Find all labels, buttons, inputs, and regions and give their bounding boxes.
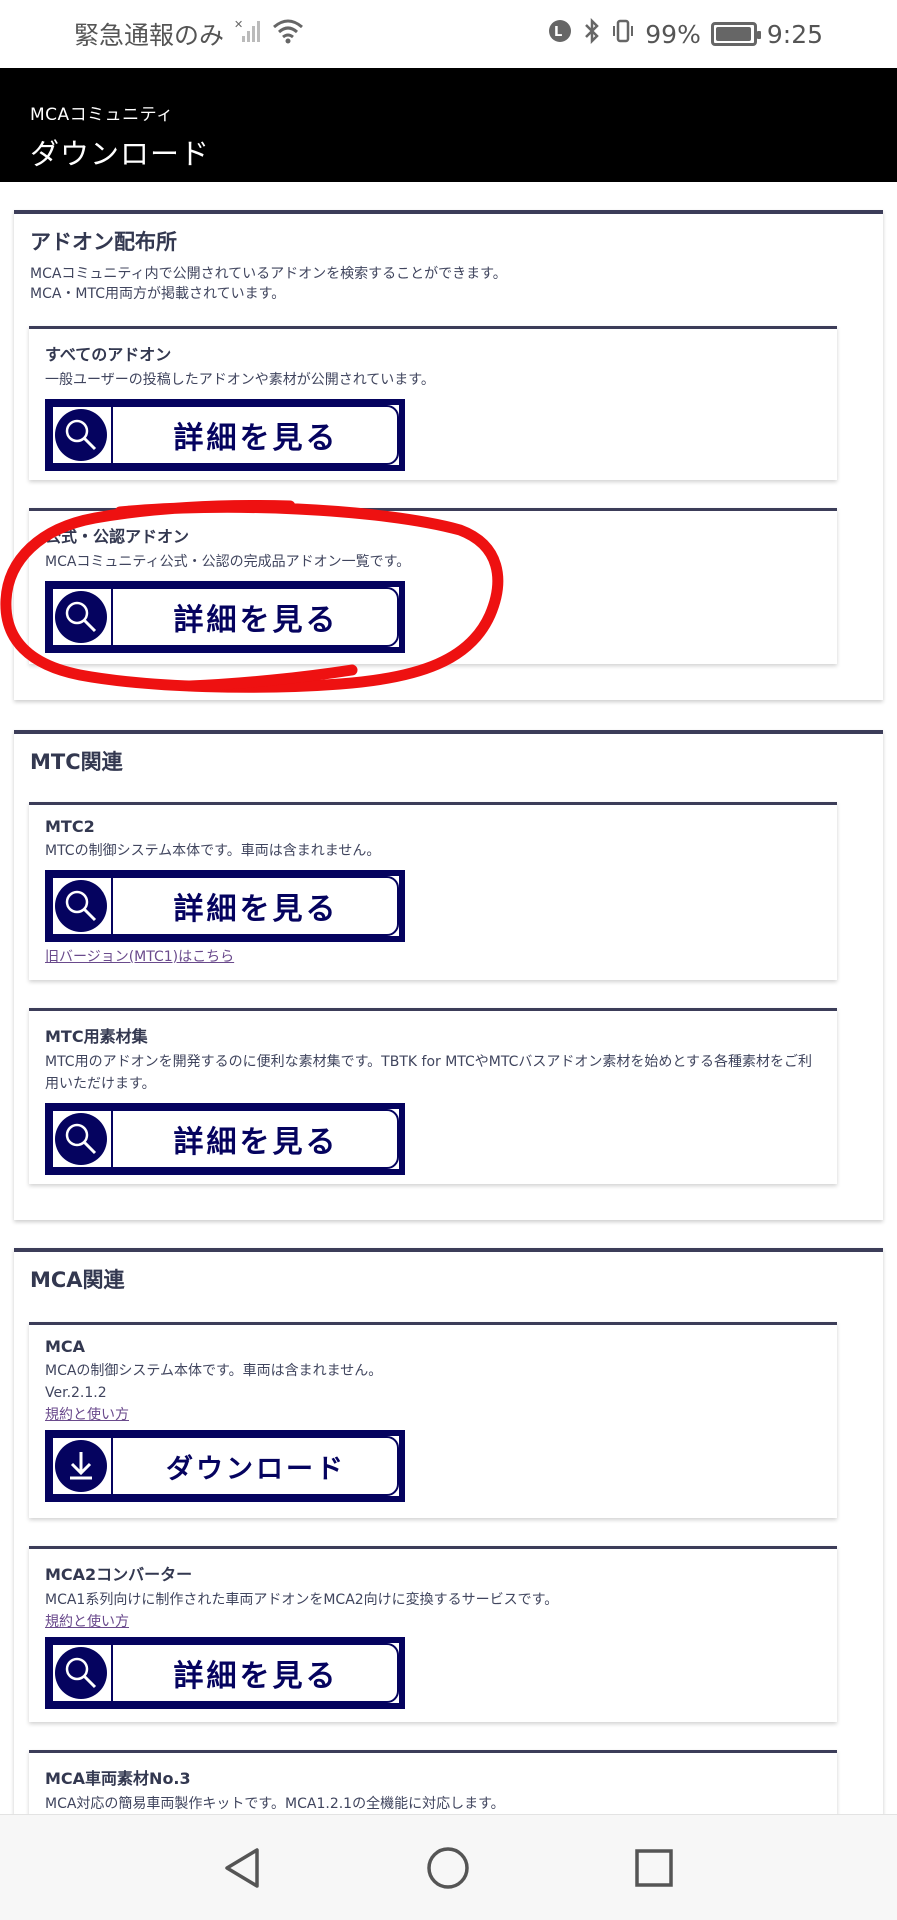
download-arrow-icon: [51, 1436, 113, 1496]
card-official-addons: 公式・公認アドオン MCAコミュニティ公式・公認の完成品アドオン一覧です。 詳細…: [29, 508, 837, 664]
magnifier-icon: [51, 876, 113, 936]
carrier-text: 緊急通報のみ: [74, 21, 225, 50]
button-label: 詳細を見る: [173, 1125, 339, 1160]
card-title: MCA: [45, 1337, 86, 1356]
page-content[interactable]: アドオン配布所 MCAコミュニティ内で公開されているアドオンを検索することができ…: [0, 182, 897, 1814]
card-description: MCAコミュニティ公式・公認の完成品アドオン一覧です。: [45, 554, 411, 570]
app-name: MCAコミュニティ: [30, 105, 174, 125]
card-description: 一般ユーザーの投稿したアドオンや素材が公開されています。: [45, 372, 435, 388]
section-description: MCAコミュニティ内で公開されているアドオンを検索することができます。 MCA・…: [30, 264, 867, 304]
section-title: アドオン配布所: [30, 230, 177, 254]
clock: 9:25: [766, 19, 823, 49]
download-button[interactable]: ダウンロード: [45, 1430, 405, 1502]
magnifier-icon: [51, 587, 113, 647]
terms-link[interactable]: 規約と使い方: [45, 1404, 129, 1424]
status-bar: 緊急通報のみ ✕ L 99% 9:25: [0, 0, 897, 68]
view-details-button[interactable]: 詳細を見る: [45, 399, 405, 471]
section-title: MTC関連: [30, 750, 123, 774]
card-description: MCA対応の簡易車両製作キットです。MCA1.2.1の全機能に対応します。: [45, 1796, 505, 1812]
system-nav-bar: [0, 1814, 897, 1920]
button-label: 詳細を見る: [173, 421, 339, 456]
svg-text:✕: ✕: [234, 18, 243, 31]
back-triangle-icon: [225, 1847, 259, 1888]
card-title: MTC用素材集: [45, 1027, 148, 1046]
app-header: MCAコミュニティ ダウンロード: [0, 68, 897, 182]
card-title: MCA2コンバーター: [45, 1565, 193, 1584]
button-label: 詳細を見る: [173, 603, 339, 638]
svg-text:L: L: [554, 25, 562, 40]
view-details-button[interactable]: 詳細を見る: [45, 1103, 405, 1175]
card-description: MTC用のアドオンを開発するのに便利な素材集です。TBTK for MTCやMT…: [45, 1054, 812, 1092]
view-details-button[interactable]: 詳細を見る: [45, 870, 405, 942]
card-description: MTCの制御システム本体です。車両は含まれません。: [45, 843, 381, 859]
home-button[interactable]: [418, 1838, 478, 1898]
home-circle-icon: [427, 1846, 470, 1889]
view-details-button[interactable]: 詳細を見る: [45, 1637, 405, 1709]
magnifier-icon: [51, 1643, 113, 1703]
button-label: ダウンロード: [166, 1453, 346, 1485]
magnifier-icon: [51, 405, 113, 465]
card-title: MTC2: [45, 817, 95, 836]
section-title: MCA関連: [30, 1268, 125, 1292]
no-signal-icon: ✕: [234, 18, 262, 50]
card-mtc2: MTC2 MTCの制御システム本体です。車両は含まれません。 詳細を見る 旧バー…: [29, 802, 837, 980]
battery-percent: 99%: [645, 19, 701, 49]
card-title: すべてのアドオン: [45, 345, 172, 364]
card-description: MCAの制御システム本体です。車両は含まれません。: [45, 1363, 383, 1379]
view-details-button[interactable]: 詳細を見る: [45, 581, 405, 653]
recents-square-icon: [635, 1848, 673, 1887]
card-description: MCA1系列向けに制作された車両アドオンをMCA2向けに変換するサービスです。: [45, 1592, 559, 1608]
recents-button[interactable]: [624, 1838, 684, 1898]
card-mca2-converter: MCA2コンバーター MCA1系列向けに制作された車両アドオンをMCA2向けに変…: [29, 1546, 837, 1722]
section-desc-line: MCAコミュニティ内で公開されているアドオンを検索することができます。: [30, 266, 507, 282]
card-mtc-materials: MTC用素材集 MTC用のアドオンを開発するのに便利な素材集です。TBTK fo…: [29, 1008, 837, 1184]
vibrate-icon: [611, 18, 635, 50]
data-saver-icon: L: [547, 18, 573, 50]
battery-icon: [710, 22, 761, 46]
card-title: 公式・公認アドオン: [45, 527, 190, 546]
magnifier-icon: [51, 1109, 113, 1169]
terms-link[interactable]: 規約と使い方: [45, 1611, 129, 1631]
card-title: MCA車両素材No.3: [45, 1769, 191, 1788]
card-mca: MCA MCAの制御システム本体です。車両は含まれません。 Ver.2.1.2 …: [29, 1322, 837, 1518]
version-text: Ver.2.1.2: [45, 1385, 107, 1401]
section-desc-line: MCA・MTC用両方が掲載されています。: [30, 286, 286, 302]
card-mca-vehicle-materials: MCA車両素材No.3 MCA対応の簡易車両製作キットです。MCA1.2.1の全…: [29, 1750, 837, 1814]
card-all-addons: すべてのアドオン 一般ユーザーの投稿したアドオンや素材が公開されています。 詳細…: [29, 326, 837, 480]
button-label: 詳細を見る: [173, 892, 339, 927]
old-version-link[interactable]: 旧バージョン(MTC1)はこちら: [45, 946, 234, 966]
page-title: ダウンロード: [30, 137, 211, 171]
back-button[interactable]: [213, 1838, 273, 1898]
bluetooth-icon: [583, 17, 601, 50]
button-label: 詳細を見る: [173, 1659, 339, 1694]
battery-fill: [715, 27, 752, 41]
wifi-icon: [272, 18, 304, 50]
